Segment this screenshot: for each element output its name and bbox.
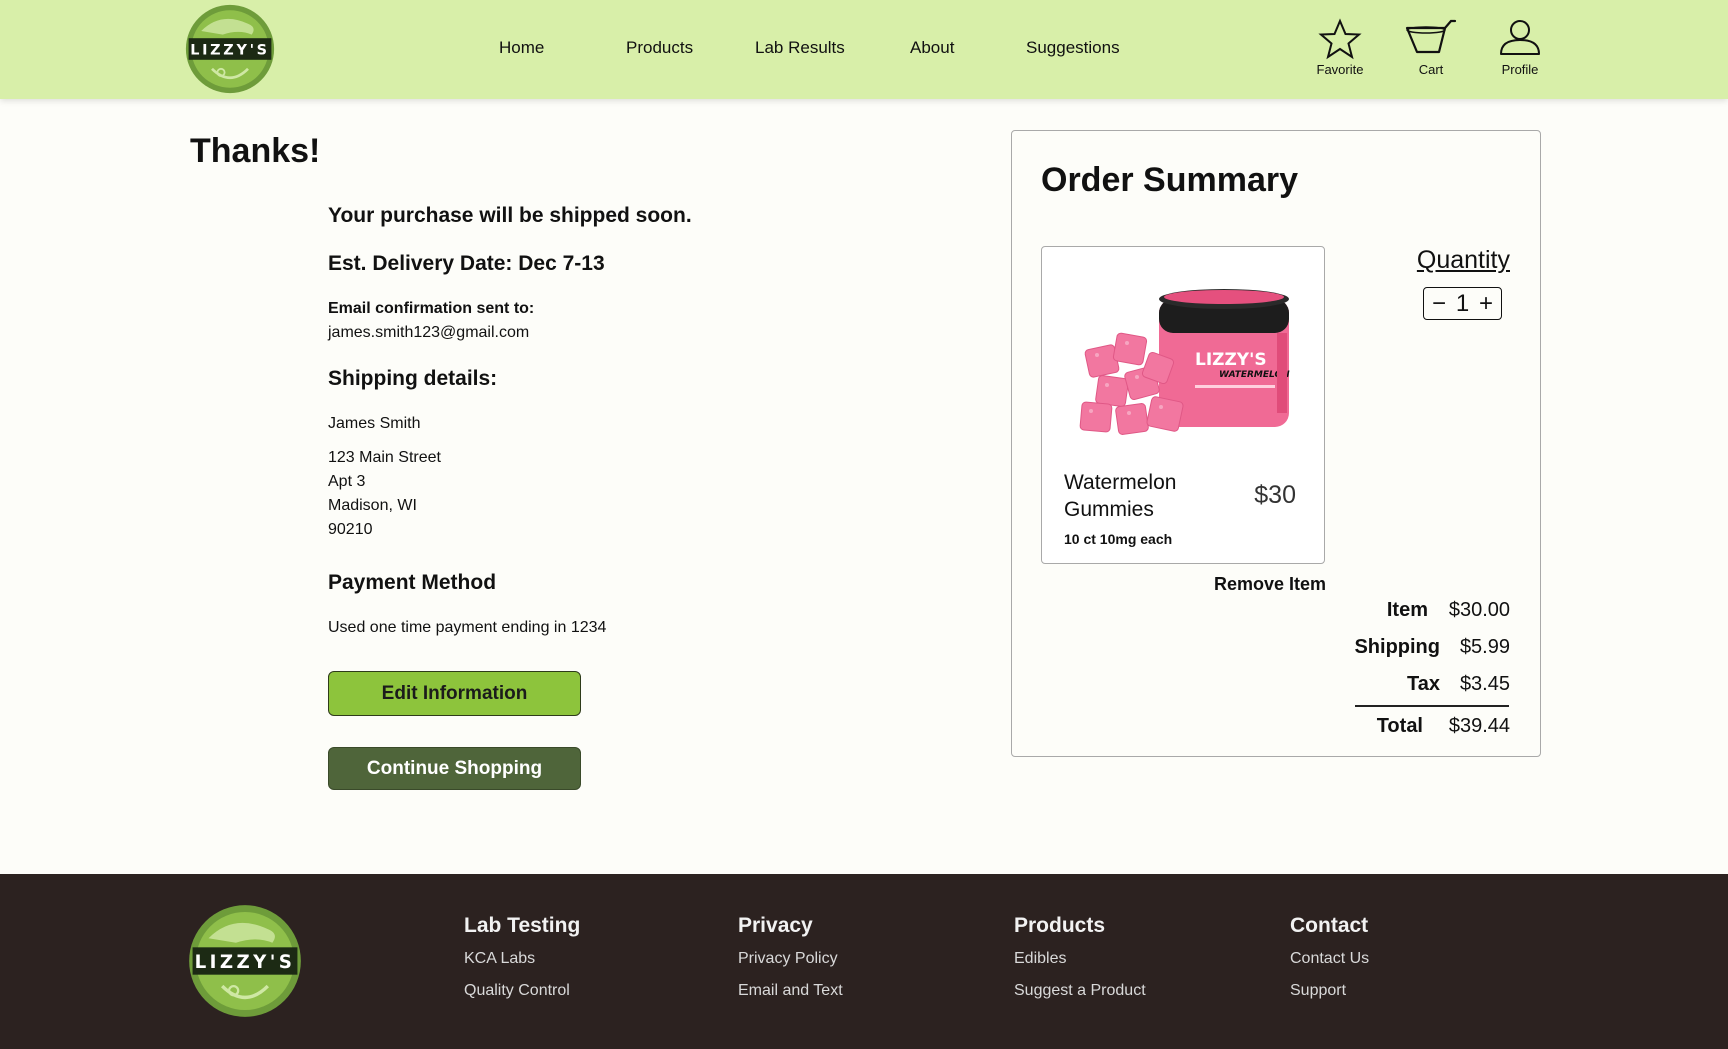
summary-title: Order Summary <box>1041 161 1298 199</box>
favorite-button[interactable]: Favorite <box>1305 18 1375 80</box>
address-line: Madison, WI <box>328 497 417 514</box>
footer-link-privacy-policy[interactable]: Privacy Policy <box>738 950 843 968</box>
footer-col-contact: Contact Contact Us Support <box>1290 914 1369 1014</box>
total-row: Total $39.44 <box>1377 715 1510 738</box>
edit-information-button[interactable]: Edit Information <box>328 671 581 716</box>
product-price: $30 <box>1254 481 1296 509</box>
footer-link-email-and-text[interactable]: Email and Text <box>738 982 843 1000</box>
email-label: Email confirmation sent to: <box>328 300 535 317</box>
footer-link-kca-labs[interactable]: KCA Labs <box>464 950 580 968</box>
product-name: Watermelon Gummies <box>1064 471 1177 521</box>
nav-about[interactable]: About <box>910 38 954 58</box>
product-description: 10 ct 10mg each <box>1064 531 1173 547</box>
total-value: $39.44 <box>1448 715 1510 737</box>
cart-label: Cart <box>1418 62 1444 77</box>
item-value: $30.00 <box>1448 599 1510 621</box>
star-icon <box>1318 18 1362 60</box>
footer-link-support[interactable]: Support <box>1290 982 1369 1000</box>
lizard-logo-icon: LIZZY'S <box>189 905 301 1017</box>
address-line: Apt 3 <box>328 473 366 490</box>
page-title: Thanks! <box>190 132 321 170</box>
footer-heading: Contact <box>1290 914 1369 937</box>
shipping-address: 123 Main Street Apt 3 Madison, WI 90210 <box>328 446 441 542</box>
payment-title: Payment Method <box>328 571 497 594</box>
total-label: Total <box>1376 715 1423 737</box>
footer-col-products: Products Edibles Suggest a Product <box>1014 914 1146 1014</box>
cart-button[interactable]: Cart <box>1396 18 1466 80</box>
footer-heading: Privacy <box>738 914 813 937</box>
footer-link-edibles[interactable]: Edibles <box>1014 950 1146 968</box>
tax-label: Tax <box>1407 673 1440 695</box>
shipping-title: Shipping details: <box>328 367 498 390</box>
continue-shopping-button[interactable]: Continue Shopping <box>328 747 581 790</box>
svg-text:LIZZY'S: LIZZY'S <box>1195 350 1267 370</box>
product-card[interactable]: LIZZY'S WATERMELON Watermelon Gummies $3… <box>1041 246 1325 564</box>
nav-lab-results[interactable]: Lab Results <box>755 38 845 58</box>
nav-products[interactable]: Products <box>626 38 693 58</box>
svg-text:LIZZY'S: LIZZY'S <box>190 42 269 58</box>
email-value: james.smith123@gmail.com <box>328 324 530 341</box>
shipping-row: Shipping $5.99 <box>1354 636 1510 659</box>
footer-link-quality-control[interactable]: Quality Control <box>464 982 580 1000</box>
item-label: Item <box>1386 599 1428 621</box>
footer-col-lab-testing: Lab Testing KCA Labs Quality Control <box>464 914 580 1014</box>
delivery-date: Est. Delivery Date: Dec 7-13 <box>328 252 605 275</box>
profile-icon <box>1500 20 1540 55</box>
lizard-logo-icon: LIZZY'S <box>185 4 275 94</box>
footer-heading: Products <box>1014 914 1106 937</box>
profile-label: Profile <box>1501 62 1539 77</box>
logo[interactable]: LIZZY'S <box>185 4 275 94</box>
profile-button[interactable]: Profile <box>1485 18 1555 80</box>
footer-link-suggest-a-product[interactable]: Suggest a Product <box>1014 982 1146 1000</box>
cart-icon <box>1405 19 1457 54</box>
site-header: LIZZY'S Home Products Lab Results About … <box>0 0 1728 99</box>
gummies-jar-icon: LIZZY'S WATERMELON <box>1079 289 1290 435</box>
tax-row: Tax $3.45 <box>1407 673 1510 696</box>
shipping-name: James Smith <box>328 415 421 432</box>
shipping-value: $5.99 <box>1459 636 1510 658</box>
product-image: LIZZY'S WATERMELON <box>1077 277 1292 452</box>
tax-value: $3.45 <box>1459 673 1510 695</box>
nav-home[interactable]: Home <box>499 38 544 58</box>
address-line: 90210 <box>328 521 373 538</box>
footer-col-privacy: Privacy Privacy Policy Email and Text <box>738 914 843 1014</box>
favorite-label: Favorite <box>1316 62 1364 77</box>
shipping-label: Shipping <box>1354 636 1440 658</box>
payment-text: Used one time payment ending in 1234 <box>328 619 607 636</box>
footer-logo[interactable]: LIZZY'S <box>188 904 302 1018</box>
nav-suggestions[interactable]: Suggestions <box>1026 38 1120 58</box>
order-totals: Item $30.00 Shipping $5.99 Tax $3.45 Tot… <box>1310 131 1510 756</box>
item-row: Item $30.00 <box>1387 599 1510 622</box>
totals-divider <box>1355 705 1509 707</box>
order-summary: Order Summary LIZZY'S WATERMELON Waterme… <box>1011 130 1541 757</box>
svg-text:LIZZY'S: LIZZY'S <box>195 952 296 973</box>
footer-link-contact-us[interactable]: Contact Us <box>1290 950 1369 968</box>
address-line: 123 Main Street <box>328 449 441 466</box>
footer-heading: Lab Testing <box>464 914 581 937</box>
ship-message: Your purchase will be shipped soon. <box>328 204 692 227</box>
